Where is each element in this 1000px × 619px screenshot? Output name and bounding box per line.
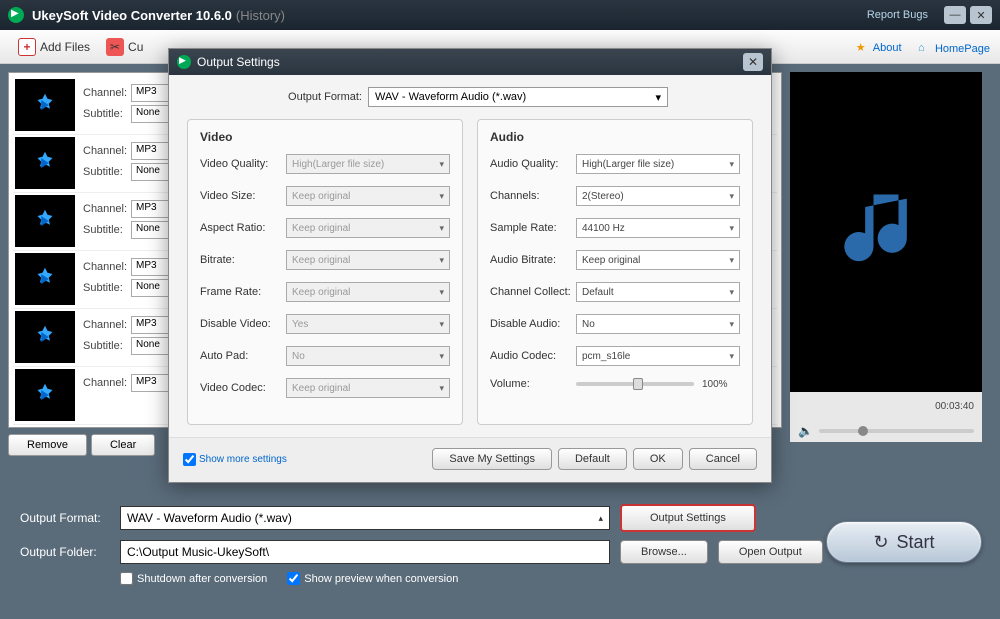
output-folder-input[interactable]: C:\Output Music-UkeySoft\ (120, 540, 610, 564)
save-my-settings-button[interactable]: Save My Settings (432, 448, 552, 470)
time-display: 00:03:40 (790, 392, 982, 420)
dialog-close-button[interactable]: ✕ (743, 53, 763, 71)
star-icon: ★ (856, 41, 870, 55)
titlebar: UkeySoft Video Converter 10.6.0 (History… (0, 0, 1000, 30)
close-button[interactable]: ✕ (970, 6, 992, 24)
file-thumbnail (15, 79, 75, 131)
output-settings-dialog: Output Settings ✕ Output Format: WAV - W… (168, 48, 772, 483)
app-subtitle: (History) (236, 8, 285, 23)
disable-audio-select[interactable]: No▾ (576, 314, 740, 334)
audio-settings-group: Audio Audio Quality:High(Larger file siz… (477, 119, 753, 425)
subtitle-label: Subtitle: (83, 108, 131, 120)
video-heading: Video (200, 130, 450, 144)
minimize-button[interactable]: — (944, 6, 966, 24)
browse-button[interactable]: Browse... (620, 540, 708, 564)
speaker-icon[interactable]: 🔈 (798, 424, 813, 438)
about-link[interactable]: ★About (856, 41, 902, 55)
add-icon: + (18, 38, 36, 56)
file-thumbnail (15, 311, 75, 363)
default-button[interactable]: Default (558, 448, 627, 470)
home-icon: ⌂ (918, 42, 932, 56)
add-files-label: Add Files (40, 40, 90, 54)
app-title: UkeySoft Video Converter 10.6.0 (32, 8, 232, 23)
clear-button[interactable]: Clear (91, 434, 155, 456)
aspect-ratio-select[interactable]: Keep original▾ (286, 218, 450, 238)
cut-button[interactable]: ✂ Cu (98, 34, 151, 60)
video-bitrate-select[interactable]: Keep original▾ (286, 250, 450, 270)
channels-select[interactable]: 2(Stereo)▾ (576, 186, 740, 206)
audio-quality-select[interactable]: High(Larger file size)▾ (576, 154, 740, 174)
sample-rate-select[interactable]: 44100 Hz▾ (576, 218, 740, 238)
channel-label: Channel: (83, 87, 131, 99)
channel-collect-select[interactable]: Default▾ (576, 282, 740, 302)
output-format-label: Output Format: (20, 511, 120, 525)
dialog-titlebar: Output Settings ✕ (169, 49, 771, 75)
file-thumbnail (15, 195, 75, 247)
remove-button[interactable]: Remove (8, 434, 87, 456)
output-settings-button[interactable]: Output Settings (620, 504, 756, 532)
app-logo-icon (8, 7, 24, 23)
report-bugs-link[interactable]: Report Bugs (867, 9, 928, 21)
audio-bitrate-select[interactable]: Keep original▾ (576, 250, 740, 270)
audio-heading: Audio (490, 130, 740, 144)
start-button[interactable]: ↻ Start (826, 521, 982, 563)
homepage-link[interactable]: ⌂HomePage (918, 42, 990, 56)
ok-button[interactable]: OK (633, 448, 683, 470)
dialog-title: Output Settings (197, 55, 280, 69)
cancel-button[interactable]: Cancel (689, 448, 757, 470)
preview-checkbox[interactable]: Show preview when conversion (287, 572, 458, 585)
scissors-icon: ✂ (106, 38, 124, 56)
modal-outfmt-select[interactable]: WAV - Waveform Audio (*.wav)▾ (368, 87, 668, 107)
chevron-up-icon: ▴ (598, 513, 603, 524)
volume-value: 100% (702, 379, 740, 390)
chevron-down-icon: ▾ (655, 91, 661, 104)
video-quality-select[interactable]: High(Larger file size)▾ (286, 154, 450, 174)
video-settings-group: Video Video Quality:High(Larger file siz… (187, 119, 463, 425)
cut-label: Cu (128, 40, 143, 54)
volume-slider[interactable] (819, 429, 974, 433)
volume-slider[interactable] (576, 382, 694, 386)
frame-rate-select[interactable]: Keep original▾ (286, 282, 450, 302)
modal-outfmt-label: Output Format: (272, 91, 362, 103)
file-thumbnail (15, 137, 75, 189)
shutdown-checkbox[interactable]: Shutdown after conversion (120, 572, 267, 585)
add-files-button[interactable]: + Add Files (10, 34, 98, 60)
video-size-select[interactable]: Keep original▾ (286, 186, 450, 206)
disable-video-select[interactable]: Yes▾ (286, 314, 450, 334)
preview-panel: 00:03:40 🔈 (790, 64, 990, 496)
open-output-button[interactable]: Open Output (718, 540, 823, 564)
file-thumbnail (15, 253, 75, 305)
volume-control: 🔈 (790, 420, 982, 442)
auto-pad-select[interactable]: No▾ (286, 346, 450, 366)
refresh-icon: ↻ (873, 532, 888, 553)
file-thumbnail (15, 369, 75, 421)
show-more-settings-checkbox[interactable]: Show more settings (183, 453, 287, 466)
output-format-select[interactable]: WAV - Waveform Audio (*.wav)▴ (120, 506, 610, 530)
video-preview[interactable] (790, 72, 982, 392)
video-codec-select[interactable]: Keep original▾ (286, 378, 450, 398)
audio-codec-select[interactable]: pcm_s16le▾ (576, 346, 740, 366)
output-folder-label: Output Folder: (20, 545, 120, 559)
dialog-logo-icon (177, 55, 191, 69)
